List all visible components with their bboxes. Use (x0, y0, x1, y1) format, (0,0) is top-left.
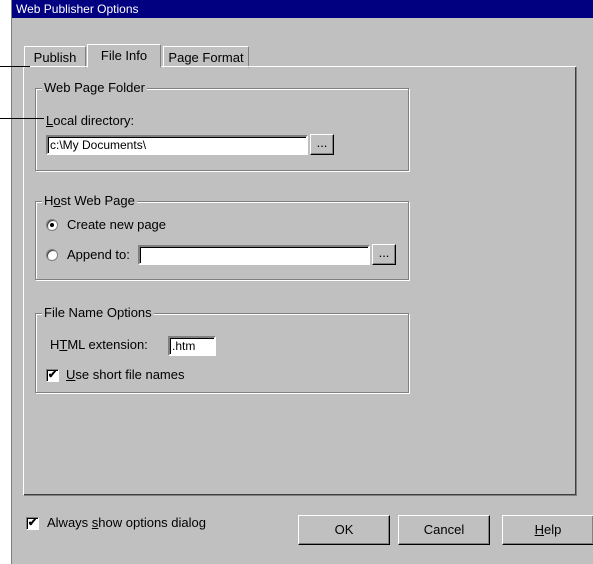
short-file-names-checkbox[interactable]: ✔ (46, 369, 59, 382)
tab-file-info[interactable]: File Info (87, 44, 161, 68)
html-extension-input[interactable]: .htm (167, 335, 217, 357)
group-legend: Host Web Page (42, 193, 137, 209)
window-title: Web Publisher Options (16, 2, 139, 16)
tab-page-format[interactable]: Page Format (163, 46, 249, 68)
cancel-button[interactable]: Cancel (398, 515, 490, 545)
group-legend: Web Page Folder (42, 80, 147, 96)
create-new-page-label[interactable]: Create new page (67, 217, 166, 233)
tab-panel-file-info: Web Page Folder Local directory: c:\My D… (23, 66, 577, 496)
always-show-options-label[interactable]: Always show options dialog (47, 515, 206, 531)
title-bar: Web Publisher Options (12, 0, 593, 18)
local-directory-input[interactable]: c:\My Documents\ (45, 134, 309, 156)
group-web-page-folder: Web Page Folder Local directory: c:\My D… (35, 80, 409, 171)
append-to-label[interactable]: Append to: (67, 247, 130, 263)
create-new-page-radio[interactable] (46, 219, 58, 231)
group-host-web-page: Host Web Page Create new page Append to:… (35, 193, 409, 280)
callout-line-tabs (0, 66, 30, 67)
always-show-options-checkbox[interactable]: ✔ (26, 517, 39, 530)
group-legend: File Name Options (42, 305, 154, 321)
callout-line-folder (0, 118, 44, 119)
local-directory-label: Local directory: (46, 113, 135, 128)
help-button[interactable]: Help (502, 515, 593, 545)
browse-directory-button[interactable]: ... (310, 134, 334, 155)
ok-button[interactable]: OK (298, 515, 390, 545)
html-extension-label: HTML extension: (50, 337, 148, 352)
browse-append-button[interactable]: ... (372, 244, 396, 265)
append-to-radio[interactable] (46, 249, 58, 261)
tab-publish[interactable]: Publish (24, 46, 86, 68)
dialog-window: Web Publisher Options Publish File Info … (11, 0, 593, 564)
append-to-input[interactable] (137, 244, 371, 266)
group-file-name-options: File Name Options HTML extension: .htm ✔… (35, 305, 409, 393)
short-file-names-label[interactable]: Use short file names (66, 367, 185, 383)
